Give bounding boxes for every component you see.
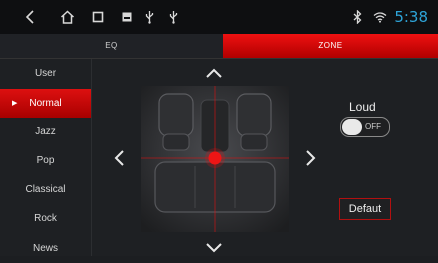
- preset-news[interactable]: News: [0, 234, 91, 263]
- toggle-knob: [342, 119, 362, 135]
- preset-label: Classical: [25, 184, 66, 195]
- default-button[interactable]: Defaut: [339, 198, 391, 220]
- storage-icon: [120, 0, 134, 34]
- preset-jazz[interactable]: Jazz: [0, 117, 91, 146]
- recent-apps-icon[interactable]: [90, 0, 106, 34]
- preset-label: Rock: [34, 213, 57, 224]
- preset-classical[interactable]: Classical: [0, 175, 91, 204]
- chevron-left-icon[interactable]: [114, 149, 125, 172]
- chevron-down-icon[interactable]: [205, 240, 223, 258]
- tab-zone[interactable]: ZONE: [223, 34, 438, 58]
- preset-label: News: [32, 243, 58, 254]
- preset-user[interactable]: User: [0, 59, 91, 88]
- clock: 5:38: [394, 8, 428, 26]
- usb-icon: [166, 0, 180, 34]
- preset-label: Pop: [36, 155, 55, 166]
- preset-sidebar: User ▶ Normal Jazz Pop Classical Rock New…: [0, 59, 92, 256]
- status-bar: 5:38: [0, 0, 438, 34]
- preset-label: User: [34, 68, 57, 79]
- tab-bar: EQ ZONE: [0, 34, 438, 59]
- back-icon[interactable]: [20, 0, 40, 34]
- preset-rock[interactable]: Rock: [0, 204, 91, 233]
- preset-label: Normal: [29, 98, 62, 109]
- usb-icon: [142, 0, 156, 34]
- wifi-icon: [372, 0, 388, 34]
- seat-zone-map[interactable]: [141, 86, 289, 232]
- tab-eq[interactable]: EQ: [0, 34, 223, 58]
- toggle-state: OFF: [365, 122, 381, 131]
- loud-label: Loud: [349, 100, 376, 114]
- chevron-up-icon[interactable]: [205, 66, 223, 84]
- preset-normal[interactable]: ▶ Normal: [0, 89, 91, 118]
- bluetooth-icon: [350, 0, 364, 34]
- loud-toggle[interactable]: OFF: [340, 117, 390, 137]
- selected-marker-icon: ▶: [12, 100, 18, 107]
- home-icon[interactable]: [57, 0, 77, 34]
- chevron-right-icon[interactable]: [305, 149, 316, 172]
- preset-label: Jazz: [35, 126, 56, 137]
- preset-pop[interactable]: Pop: [0, 146, 91, 175]
